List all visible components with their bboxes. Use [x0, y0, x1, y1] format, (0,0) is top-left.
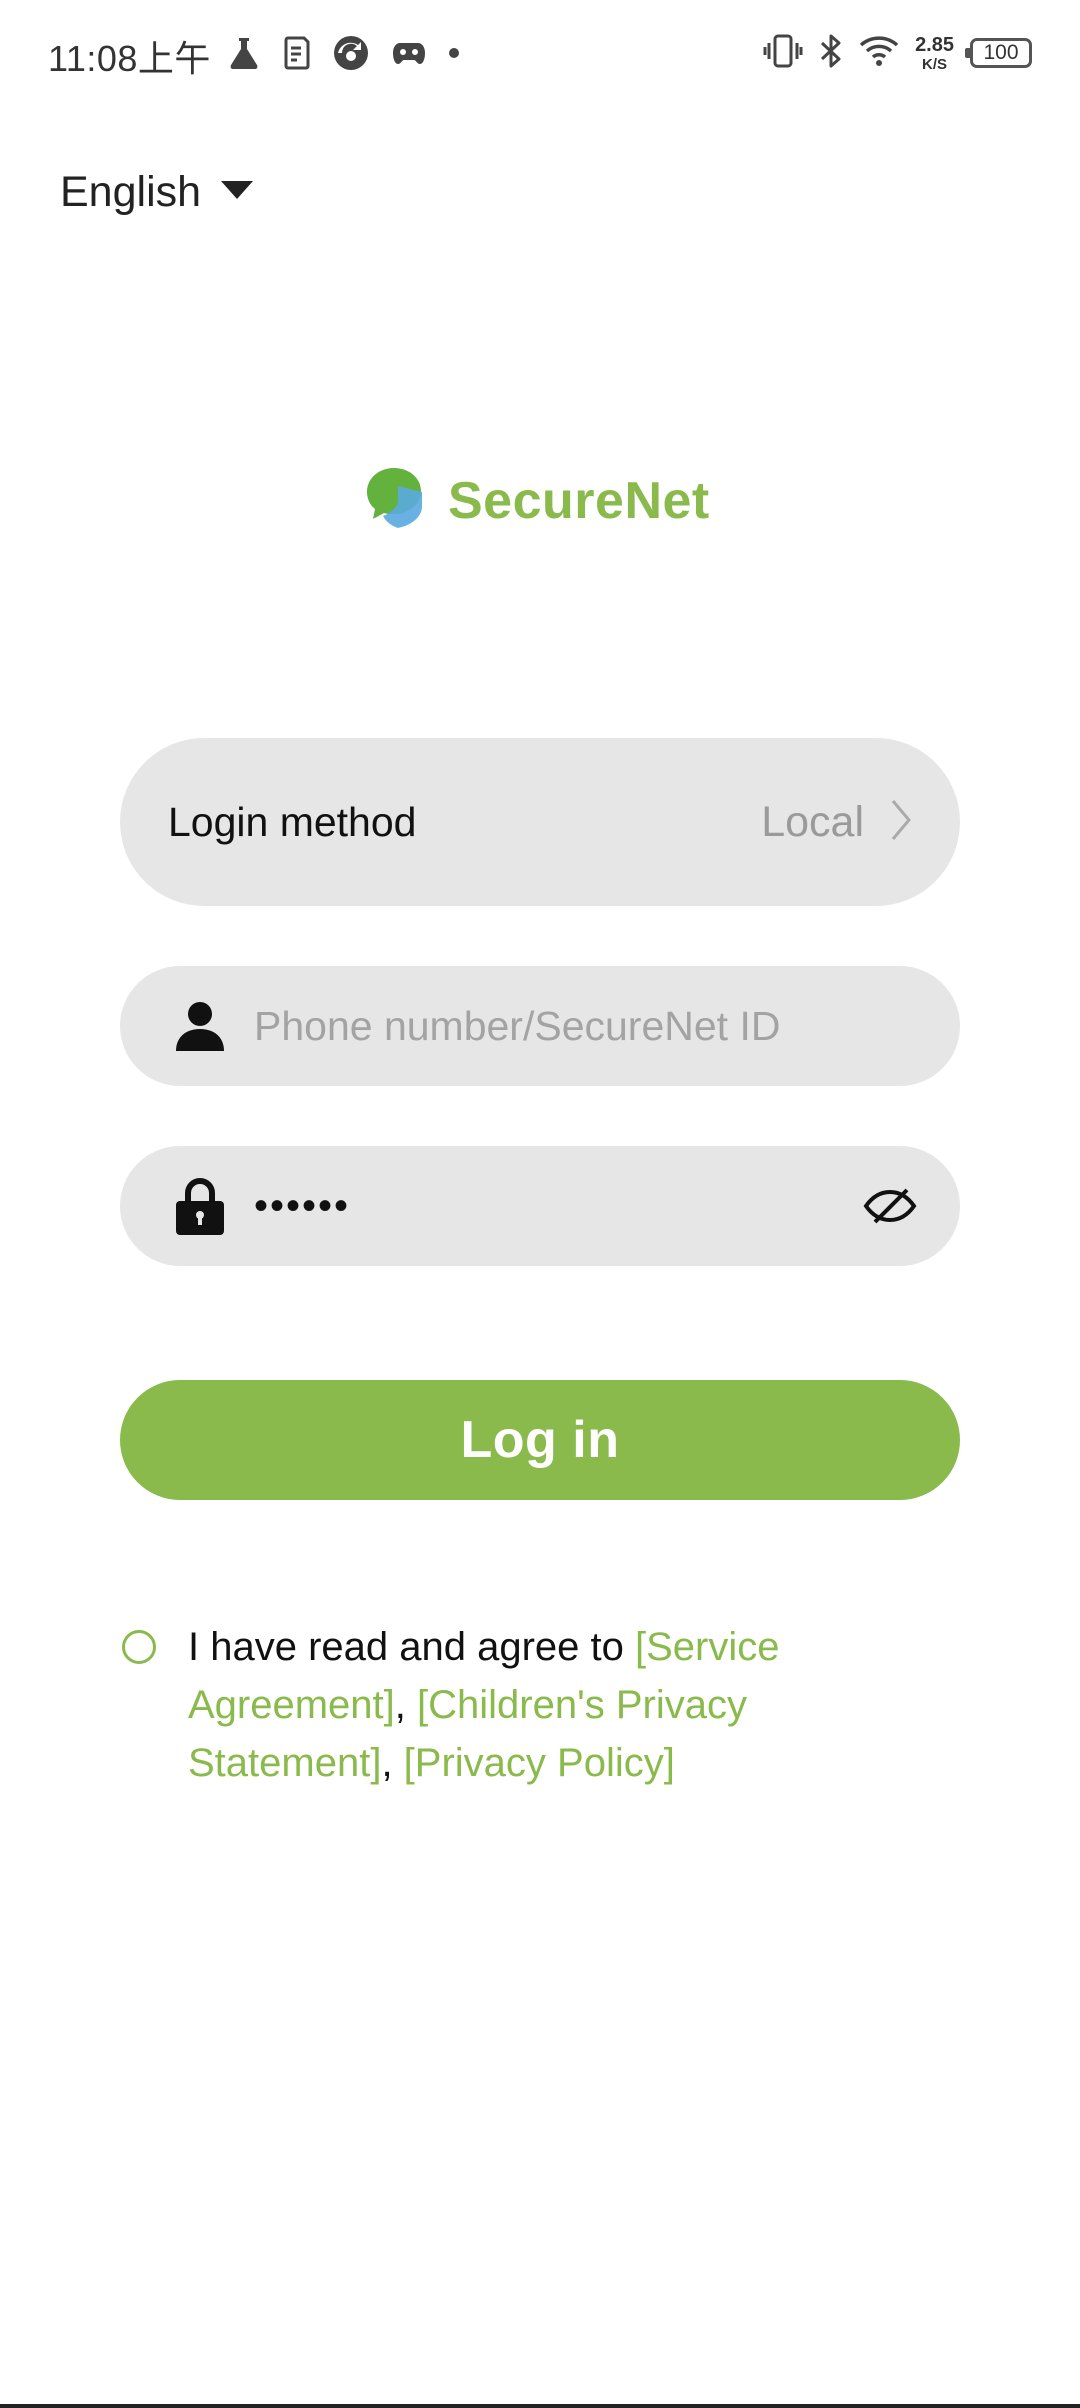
account-input[interactable] [254, 1002, 920, 1050]
dot-icon [448, 46, 460, 64]
agreement-separator: , [394, 1683, 418, 1727]
language-label: English [60, 168, 202, 216]
password-field [120, 1146, 960, 1266]
user-icon [176, 1001, 224, 1051]
privacy-policy-link[interactable]: [Privacy Policy] [404, 1741, 675, 1785]
app-circle-icon [332, 34, 370, 77]
status-left-icons [228, 32, 460, 78]
agreement-separator: , [381, 1741, 404, 1785]
chat-shield-logo-icon [364, 466, 430, 535]
agreement-text: I have read and agree to [Service Agreem… [188, 1618, 822, 1792]
login-method-selector[interactable]: Login method Local [120, 738, 960, 906]
password-input[interactable] [254, 1183, 860, 1229]
net-speed-unit: K/S [922, 55, 948, 73]
language-selector[interactable]: English [60, 168, 255, 217]
battery-level: 100 [983, 41, 1019, 64]
account-field [120, 966, 960, 1086]
status-time: 11:08上午 [48, 38, 211, 79]
logo-text: SecureNet [448, 471, 710, 530]
net-speed-value: 2.85 [915, 33, 954, 56]
agreement: I have read and agree to [Service Agreem… [122, 1618, 822, 1792]
login-method-label: Login method [168, 798, 417, 845]
login-method-value-group: Local [761, 798, 912, 847]
gamepad-icon [392, 40, 426, 71]
agreement-checkbox[interactable] [122, 1630, 156, 1664]
net-speed: 2.85 K/S [915, 35, 954, 72]
status-bar: 11:08上午 2.85 K/S 100 [0, 0, 1080, 110]
status-right-icons: 2.85 K/S 100 [763, 30, 1032, 76]
caret-down-icon [219, 179, 255, 206]
app-logo: SecureNet [364, 466, 710, 535]
sim-icon [282, 36, 310, 75]
bluetooth-icon [819, 33, 843, 74]
vibrate-icon [763, 34, 803, 73]
battery-indicator: 100 [965, 38, 1032, 68]
login-method-value: Local [761, 797, 864, 846]
gesture-bar [0, 2404, 1080, 2408]
login-button[interactable]: Log in [120, 1380, 960, 1500]
agreement-prefix: I have read and agree to [188, 1625, 635, 1669]
eye-off-icon[interactable] [860, 1176, 920, 1236]
lock-icon [176, 1177, 224, 1235]
wifi-icon [859, 35, 899, 72]
flask-icon [228, 36, 260, 75]
chevron-right-icon [890, 798, 912, 847]
